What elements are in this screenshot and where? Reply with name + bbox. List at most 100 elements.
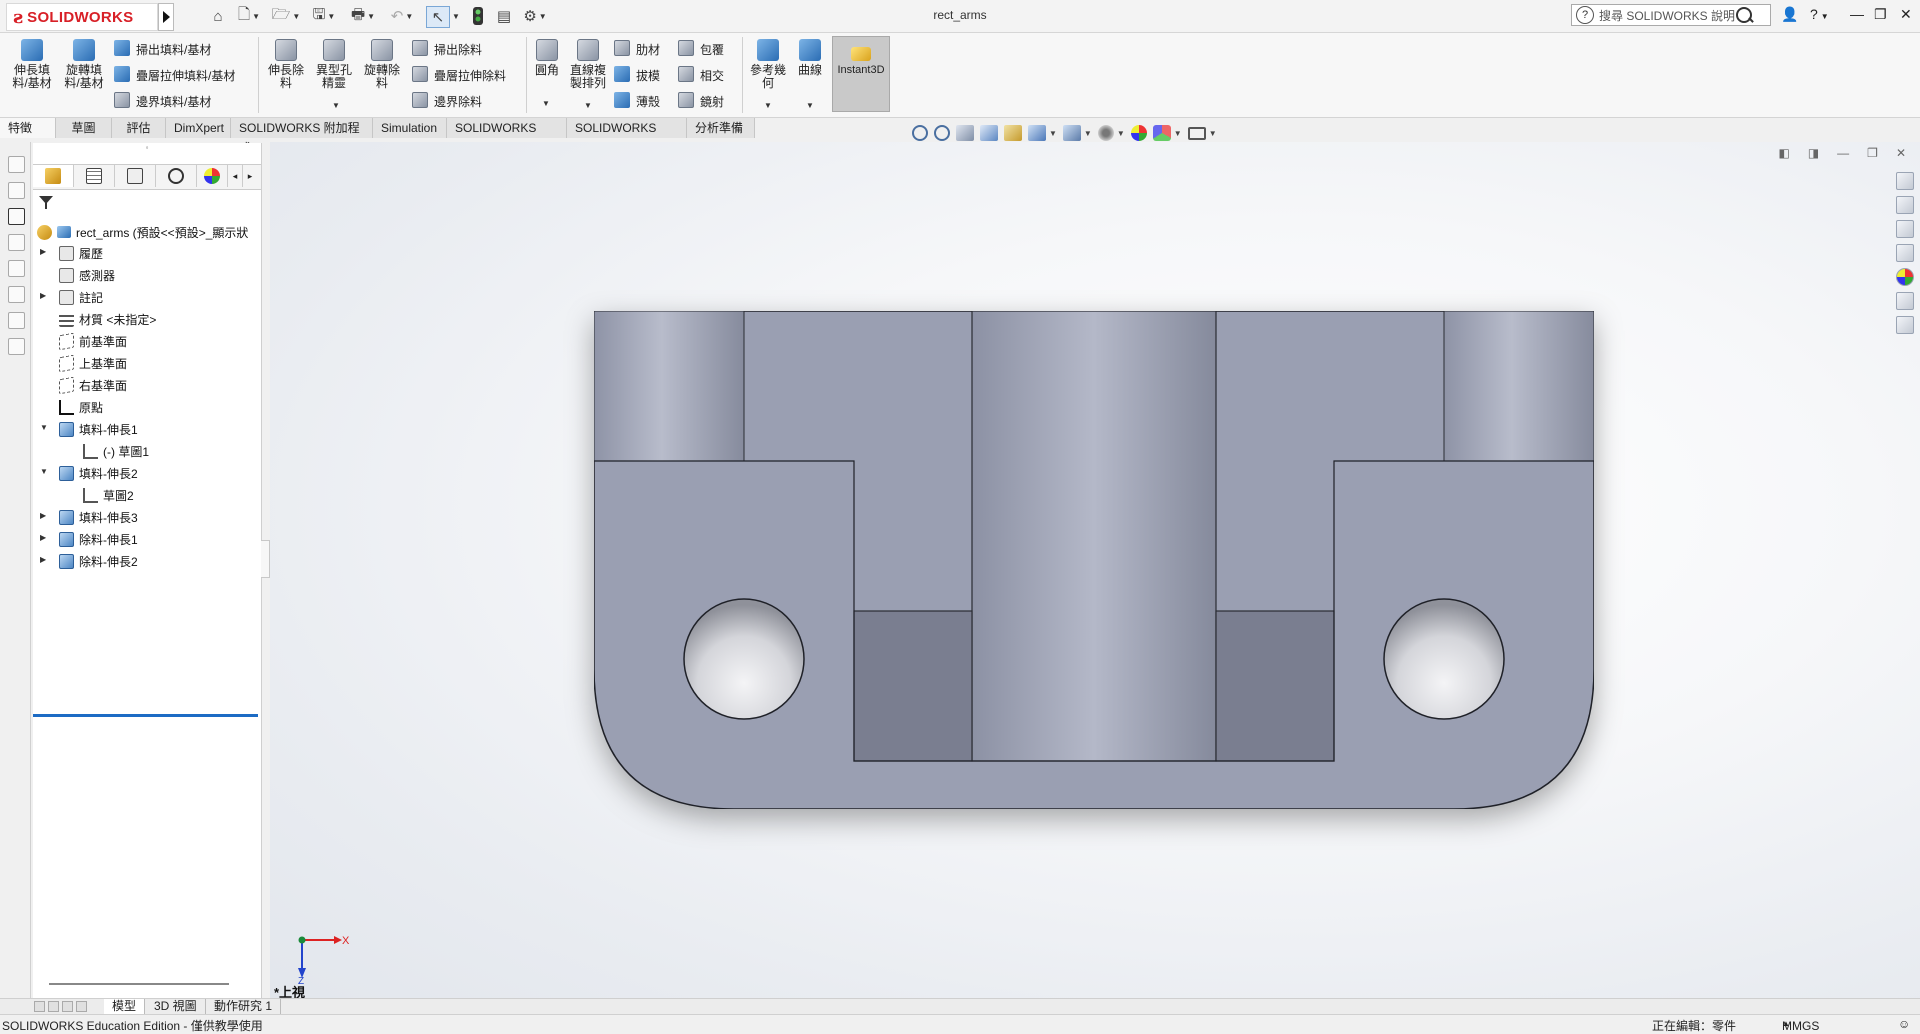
tree-item-front-plane[interactable]: 前基準面	[59, 331, 127, 351]
strip-note-icon[interactable]	[8, 208, 25, 225]
menu-expand-arrow-icon[interactable]	[158, 3, 174, 31]
wrap-button[interactable]: 包覆	[678, 40, 724, 59]
help-button[interactable]: ? ▼	[1810, 6, 1829, 22]
tree-item-sensors[interactable]: 感測器	[59, 265, 115, 285]
design-library-icon[interactable]	[1896, 196, 1914, 214]
strip-tool-icon[interactable]	[8, 312, 25, 329]
tree-item-cut-extrude2[interactable]: 除料-伸長2	[59, 551, 138, 571]
zoom-to-fit-icon[interactable]	[912, 125, 928, 141]
collapse-arrow-icon[interactable]: ▼	[40, 423, 48, 432]
linear-pattern-button[interactable]: 直線複 製排列	[566, 39, 610, 90]
panel-collapse-grip[interactable]	[261, 540, 270, 578]
viewport-close-icon[interactable]: ✕	[1896, 146, 1906, 160]
tab-mbd[interactable]: SOLIDWORKS MBD	[447, 118, 567, 155]
tree-item-material[interactable]: 材質 <未指定>	[59, 309, 156, 329]
tree-item-top-plane[interactable]: 上基準面	[59, 353, 127, 373]
tabs-scroll-right-icon[interactable]: ▸	[243, 165, 257, 187]
tab-sketch[interactable]: 草圖	[56, 118, 112, 138]
tab-evaluate[interactable]: 評估	[112, 118, 166, 138]
tab-configuration-manager[interactable]	[115, 165, 156, 187]
tab-display-manager[interactable]	[197, 165, 228, 187]
select-pointer-icon[interactable]: ↖	[426, 6, 450, 28]
search-input[interactable]: 搜尋 SOLIDWORKS 說明	[1599, 7, 1736, 24]
boundary-boss-button[interactable]: 邊界填料/基材	[114, 92, 211, 111]
strip-tool-icon[interactable]	[8, 156, 25, 173]
previous-view-icon[interactable]	[956, 125, 974, 141]
tree-item-sketch1[interactable]: (-) 草圖1	[83, 441, 149, 461]
loft-cut-button[interactable]: 疊層拉伸除料	[412, 66, 506, 85]
search-box[interactable]: ? 搜尋 SOLIDWORKS 說明	[1571, 4, 1771, 26]
view-palette-icon[interactable]	[1896, 244, 1914, 262]
hide-show-dropdown-icon[interactable]: ▼	[1117, 129, 1125, 138]
tab-motion-study[interactable]: 動作研究 1	[206, 999, 282, 1014]
expand-arrow-icon[interactable]: ▶	[40, 291, 46, 300]
horizontal-scrollbar[interactable]	[49, 983, 229, 985]
view-settings-dropdown-icon[interactable]: ▼	[1209, 129, 1217, 138]
view-orientation-dropdown-icon[interactable]: ▼	[1049, 129, 1057, 138]
apply-scene-dropdown-icon[interactable]: ▼	[1174, 129, 1182, 138]
tree-item-boss-extrude2[interactable]: 填料-伸長2	[59, 463, 138, 483]
mirror-button[interactable]: 鏡射	[678, 92, 724, 111]
revolve-cut-button[interactable]: 旋轉除 料	[360, 39, 404, 90]
viewport-tile-right-icon[interactable]: ◨	[1808, 146, 1819, 160]
zoom-to-area-icon[interactable]	[934, 125, 950, 141]
restore-icon[interactable]: ❐	[1874, 6, 1887, 23]
instant3d-button[interactable]: Instant3D	[832, 36, 890, 112]
draft-button[interactable]: 拔模	[614, 66, 660, 85]
curves-dropdown-icon[interactable]: ▼	[806, 101, 814, 110]
shell-button[interactable]: 薄殼	[614, 92, 660, 111]
save-icon[interactable]: 🖫 ▼	[310, 6, 338, 26]
tab-dimxpert[interactable]: DimXpert	[166, 118, 231, 138]
filter-icon[interactable]	[39, 196, 53, 210]
apply-scene-icon[interactable]	[1152, 125, 1171, 141]
custom-properties-icon[interactable]	[1896, 292, 1914, 310]
tree-root[interactable]: rect_arms (預設<<預設>_顯示狀	[37, 222, 248, 242]
extrude-cut-button[interactable]: 伸長除 料	[264, 39, 308, 90]
tree-item-origin[interactable]: 原點	[59, 397, 103, 417]
tree-item-cut-extrude1[interactable]: 除料-伸長1	[59, 529, 138, 549]
file-explorer-icon[interactable]	[1896, 220, 1914, 238]
collapse-arrow-icon[interactable]: ▼	[40, 467, 48, 476]
print-icon[interactable]: 🖶 ▼	[348, 6, 378, 26]
tab-simulation[interactable]: Simulation	[373, 118, 447, 138]
open-folder-icon[interactable]: 🗁 ▼	[272, 6, 301, 26]
reference-geometry-dropdown-icon[interactable]: ▼	[764, 101, 772, 110]
first-tab-icon[interactable]	[34, 1001, 45, 1012]
edit-appearance-icon[interactable]	[1130, 125, 1147, 141]
tab-analysis-prep[interactable]: 分析準備	[687, 118, 755, 138]
solidworks-resources-home-icon[interactable]	[1896, 172, 1914, 190]
view-settings-monitor-icon[interactable]	[1187, 126, 1206, 140]
display-style-icon[interactable]	[1062, 125, 1081, 141]
tree-item-right-plane[interactable]: 右基準面	[59, 375, 127, 395]
hole-wizard-button[interactable]: 異型孔 精靈	[312, 39, 356, 90]
expand-arrow-icon[interactable]: ▶	[40, 247, 46, 256]
swept-cut-button[interactable]: 掃出除料	[412, 40, 482, 59]
options-gear-icon[interactable]: ⚙ ▼	[520, 6, 550, 26]
rollback-bar[interactable]	[33, 714, 258, 717]
file-properties-icon[interactable]: ▤	[494, 6, 514, 26]
select-dropdown-icon[interactable]: ▼	[450, 6, 460, 26]
boundary-cut-button[interactable]: 邊界除料	[412, 92, 482, 111]
tree-item-annotations[interactable]: 註記	[59, 287, 103, 307]
rib-button[interactable]: 肋材	[614, 40, 660, 59]
curves-button[interactable]: 曲線	[794, 39, 826, 77]
extrude-boss-button[interactable]: 伸長填 料/基材	[10, 39, 54, 90]
strip-tool-icon[interactable]	[8, 182, 25, 199]
display-style-dropdown-icon[interactable]: ▼	[1084, 129, 1092, 138]
intersect-button[interactable]: 相交	[678, 66, 724, 85]
home-icon[interactable]: ⌂	[208, 6, 228, 26]
part-model-top-view[interactable]	[594, 311, 1594, 809]
tab-features[interactable]: 特徵	[0, 118, 56, 138]
expand-arrow-icon[interactable]: ▶	[40, 511, 46, 520]
tree-item-boss-extrude1[interactable]: 填料-伸長1	[59, 419, 138, 439]
tab-3d-views[interactable]: 3D 視圖	[146, 999, 206, 1014]
strip-tool-icon[interactable]	[8, 338, 25, 355]
strip-tool-icon[interactable]	[8, 234, 25, 251]
panel-drag-handle[interactable]: ◦	[33, 143, 261, 153]
tree-item-sketch2[interactable]: 草圖2	[83, 485, 134, 505]
viewport-minimize-icon[interactable]: —	[1837, 146, 1849, 160]
tree-item-history[interactable]: 履歷	[59, 243, 103, 263]
tab-feature-tree[interactable]	[33, 165, 74, 187]
view-orientation-icon[interactable]	[1028, 125, 1046, 141]
strip-tool-icon[interactable]	[8, 286, 25, 303]
